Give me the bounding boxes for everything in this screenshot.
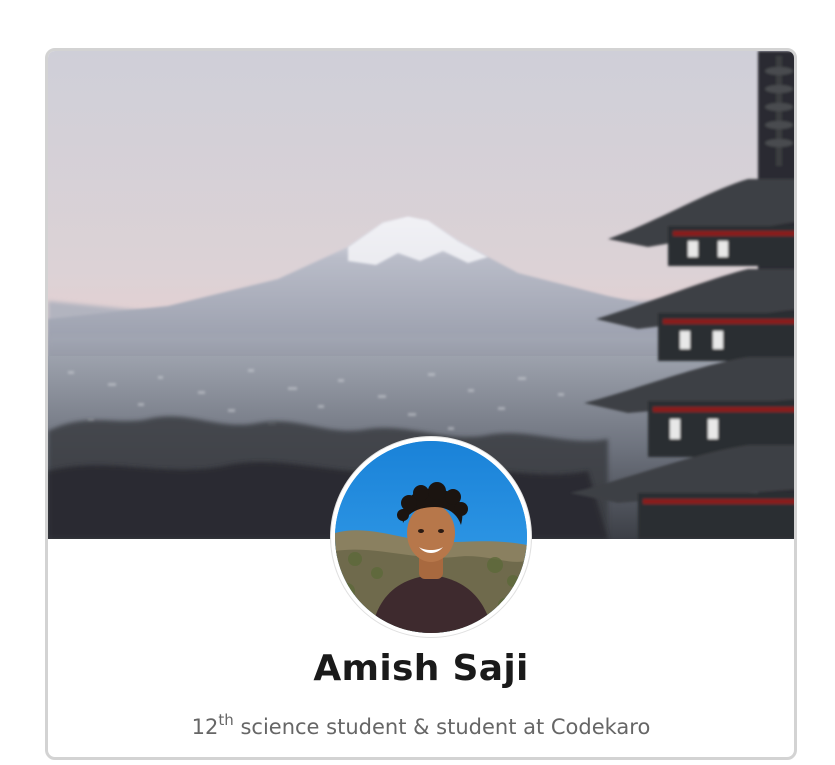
bio-grade: 12 (191, 715, 219, 739)
profile-avatar (331, 437, 531, 637)
profile-bio: 12th science student & student at Codeka… (48, 711, 794, 739)
profile-name: Amish Saji (313, 648, 529, 689)
profile-card: Amish Saji 12th science student & studen… (45, 48, 797, 760)
bio-ordinal-suffix: th (218, 711, 234, 729)
bio-text: science student & student at Codekaro (233, 715, 651, 739)
